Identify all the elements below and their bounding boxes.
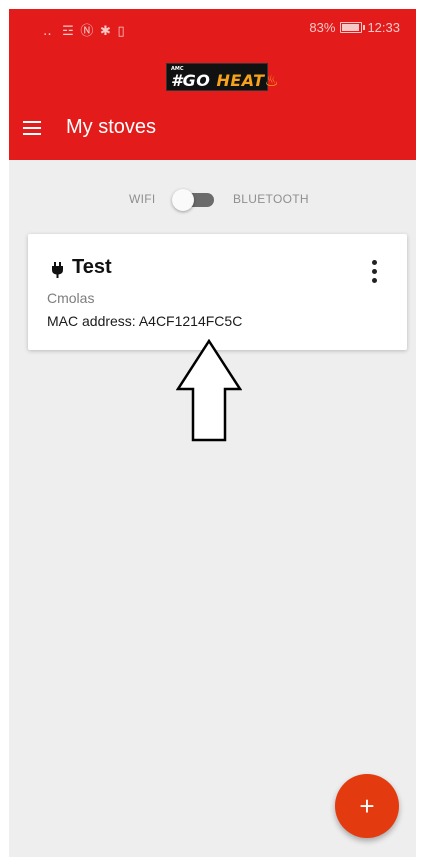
plug-icon (52, 262, 63, 278)
status-bar: ‥ ☲ Ⓝ ✱ ▯ 83% 12:33 (9, 9, 416, 45)
logo-text: #GO HEAT♨ (171, 72, 279, 90)
connection-toggle-row: WIFI BLUETOOTH (9, 185, 416, 213)
status-time: 12:33 (367, 20, 400, 35)
status-right: 83% 12:33 (309, 20, 400, 35)
add-stove-button[interactable]: + (335, 774, 399, 838)
stove-mac-address: MAC address: A4CF1214FC5C (47, 313, 243, 329)
gohheat-logo: AMC #GO HEAT♨ (166, 63, 279, 91)
flame-icon: ♨ (264, 71, 280, 90)
up-arrow-annotation-icon (176, 339, 242, 442)
phone-screen: ‥ ☲ Ⓝ ✱ ▯ 83% 12:33 AMC #GO HEAT♨ My sto… (9, 9, 416, 857)
logo-highlight: HEAT (216, 71, 265, 90)
more-vertical-icon[interactable] (365, 258, 385, 286)
bluetooth-label: BLUETOOTH (233, 192, 309, 206)
connection-toggle-switch[interactable] (172, 189, 214, 211)
toggle-knob (172, 189, 194, 211)
stove-name: Test (72, 256, 112, 278)
app-bar: ‥ ☲ Ⓝ ✱ ▯ 83% 12:33 AMC #GO HEAT♨ My sto… (9, 9, 416, 160)
battery-percent: 83% (309, 20, 336, 35)
status-icons: ‥ ☲ Ⓝ ✱ ▯ (43, 24, 127, 39)
hamburger-menu-icon[interactable] (23, 121, 41, 135)
stove-type: Cmolas (47, 290, 95, 306)
page-title: My stoves (66, 116, 157, 138)
battery-icon (340, 22, 366, 33)
logo-prefix: #GO (171, 71, 217, 90)
wifi-label: WIFI (129, 192, 156, 206)
stove-card[interactable]: Test Cmolas MAC address: A4CF1214FC5C (28, 234, 407, 350)
